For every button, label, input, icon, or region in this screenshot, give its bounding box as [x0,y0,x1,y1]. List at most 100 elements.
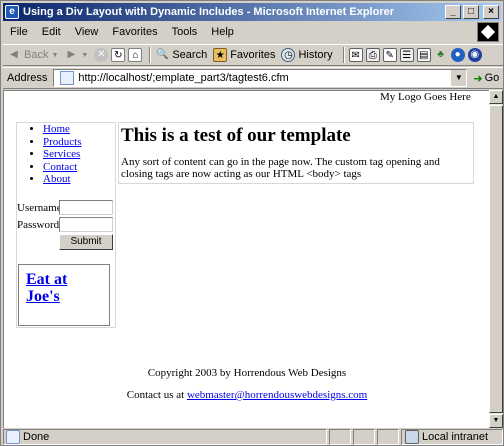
footer: Copyright 2003 by Horrendous Web Designs… [4,367,489,401]
status-cell [377,429,399,445]
title-bar[interactable]: e Using a Div Layout with Dynamic Includ… [3,3,501,21]
nav-list: Home Products Services Contact About [17,123,115,186]
history-icon: ◷ [281,48,296,62]
refresh-icon[interactable]: ↻ [111,48,126,62]
windows-logo-icon [477,22,499,42]
login-form: Username Password [17,199,113,233]
favorites-button[interactable]: ★ Favorites [213,48,275,62]
menu-view[interactable]: View [68,26,106,38]
ad-line-2: Joe's [26,288,60,305]
go-button[interactable]: ➜ Go [473,72,499,85]
print-icon[interactable]: ⎙ [365,48,380,62]
close-button[interactable]: × [483,5,499,19]
zone-text: Local intranet [422,431,489,443]
nav-link-home[interactable]: Home [43,123,70,135]
nav-link-products[interactable]: Products [43,136,82,148]
menu-bar: File Edit View Favorites Tools Help [3,22,473,42]
footer-email-link[interactable]: webmaster@horrendouswebdesigns.com [187,389,367,401]
vertical-scrollbar[interactable]: ▲ ▼ [489,90,503,428]
status-bar: Done Local intranet [3,429,503,445]
address-input[interactable]: http://localhost/;emplate_part3/tagtest6… [53,69,468,87]
menu-help[interactable]: Help [204,26,241,38]
security-zone: Local intranet [401,429,503,445]
mail-icon[interactable]: ✉ [348,48,363,62]
discuss-icon[interactable]: ☰ [399,48,414,62]
home-icon[interactable]: ⌂ [128,48,143,62]
username-label: Username [17,201,62,214]
password-label: Password [17,218,60,231]
stop-icon[interactable]: ✕ [94,48,109,62]
submit-button[interactable]: Submit [59,234,113,250]
status-cell [329,429,351,445]
ad-link[interactable]: Eat at Joe's [26,271,67,305]
back-label: Back [24,49,49,61]
address-url[interactable]: http://localhost/;emplate_part3/tagtest6… [78,72,288,84]
password-field[interactable] [59,217,113,232]
back-dropdown-icon[interactable]: ▼ [51,52,58,59]
favorites-label: Favorites [230,49,276,61]
search-label: Search [172,49,208,61]
status-cell [353,429,375,445]
left-column: Home Products Services Contact About Use… [16,122,116,328]
search-icon: 🔍 [156,49,169,60]
menu-edit[interactable]: Edit [35,26,68,38]
media-icon[interactable]: ● [450,48,465,62]
footer-contact: Contact us at webmaster@horrendouswebdes… [4,389,489,401]
msn-icon[interactable]: ◉ [467,48,482,62]
history-label: History [298,49,333,61]
username-field[interactable] [59,200,113,215]
scroll-down-icon[interactable]: ▼ [489,414,503,428]
page-heading: This is a test of our template [121,125,351,146]
address-bar: Address http://localhost/;emplate_part3/… [3,67,503,89]
history-button[interactable]: ◷ History [281,48,333,62]
go-arrow-icon: ➜ [473,72,483,85]
scroll-up-icon[interactable]: ▲ [489,90,503,104]
status-text: Done [23,431,50,443]
toolbar-separator [342,47,345,63]
address-label: Address [7,72,48,84]
menu-favorites[interactable]: Favorites [105,26,164,38]
back-arrow-icon: ◀ [10,49,18,60]
username-row: Username [17,199,113,216]
password-row: Password [17,216,113,233]
footer-copyright: Copyright 2003 by Horrendous Web Designs [147,367,347,379]
forward-button[interactable]: ▶ ▼ [64,48,89,62]
ad-line-1: Eat at [26,271,68,288]
status-pane: Done [3,429,327,445]
intranet-icon [405,430,419,444]
logo-text: My Logo Goes Here [380,91,471,103]
messenger-icon[interactable]: ♣ [434,48,448,62]
nav-item: Products [43,136,115,149]
nav-item: About [43,173,115,186]
nav-link-about[interactable]: About [43,173,71,185]
minimize-button[interactable]: _ [445,5,461,19]
edit-icon[interactable]: ✎ [382,48,397,62]
address-dropdown-icon[interactable]: ▼ [450,70,467,86]
search-button[interactable]: 🔍 Search [155,48,207,62]
footer-contact-prefix: Contact us at [126,389,187,401]
nav-link-contact[interactable]: Contact [43,161,77,173]
forward-dropdown-icon[interactable]: ▼ [81,52,88,59]
maximize-button[interactable]: □ [463,5,479,19]
back-button[interactable]: ◀ Back ▼ [7,48,58,62]
menu-tools[interactable]: Tools [165,26,205,38]
main-content: This is a test of our template Any sort … [118,122,474,184]
toolbar-separator [149,47,152,63]
menu-file[interactable]: File [3,26,35,38]
page-viewport: My Logo Goes Here Home Products Services… [3,90,489,428]
page-done-icon [6,430,20,444]
nav-item: Services [43,148,115,161]
window-title: Using a Div Layout with Dynamic Includes… [23,6,395,18]
favorites-icon: ★ [213,48,228,62]
body-text: Any sort of content can go in the page n… [121,156,440,180]
scroll-thumb[interactable] [489,105,503,413]
research-icon[interactable]: ▤ [416,48,431,62]
ad-box: Eat at Joe's [18,264,110,326]
ie-app-icon: e [5,5,19,19]
nav-item: Contact [43,161,115,174]
page-icon [60,71,75,85]
go-label: Go [484,72,500,84]
nav-link-services[interactable]: Services [43,148,80,160]
forward-arrow-icon: ▶ [67,49,76,60]
nav-item: Home [43,123,115,136]
